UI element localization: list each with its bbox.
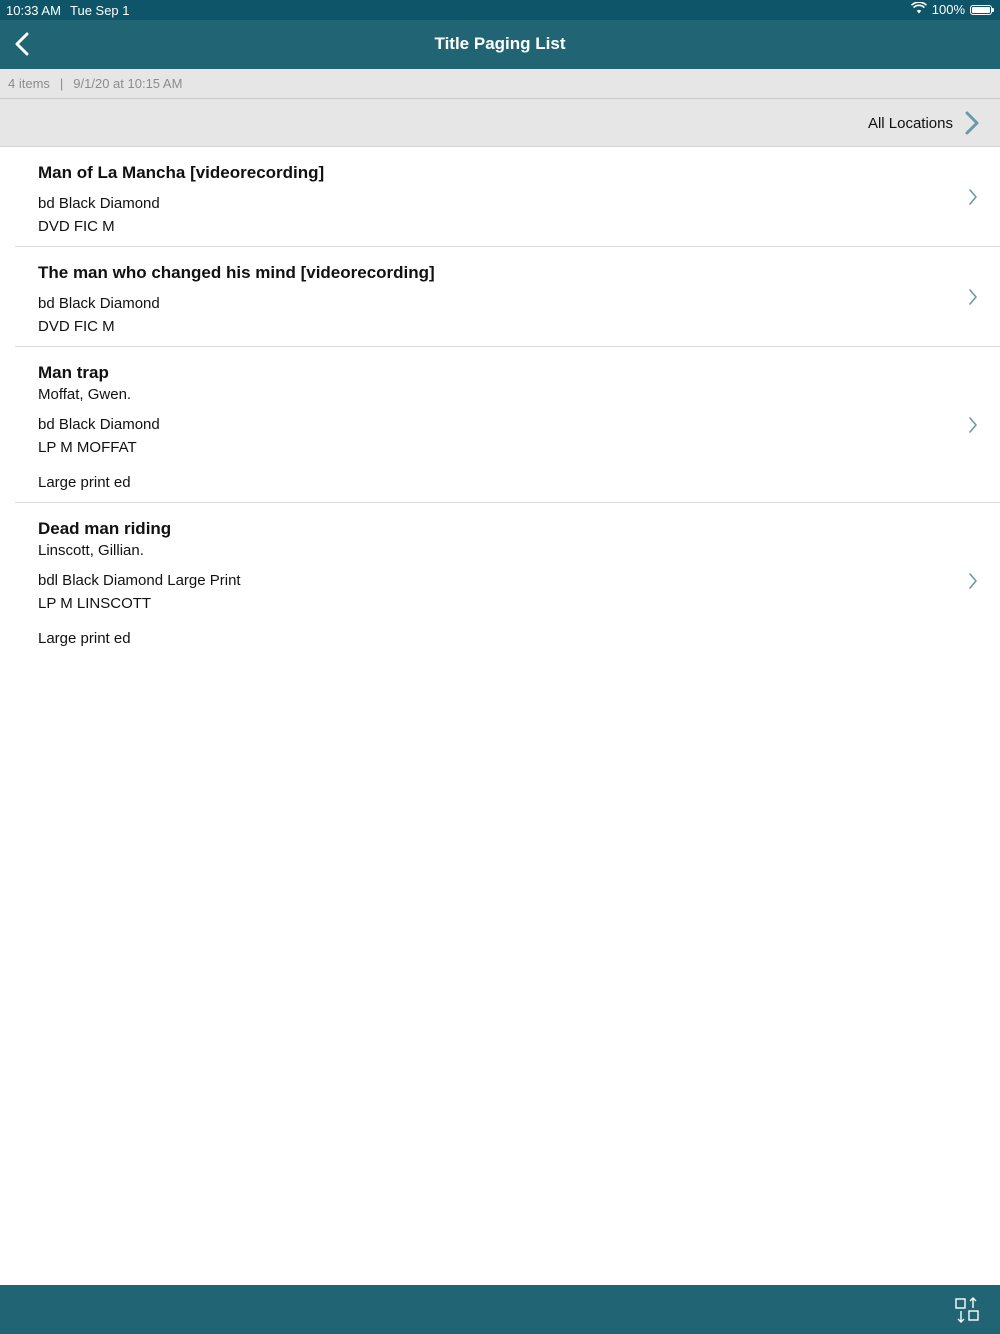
item-call-number: DVD FIC M (38, 318, 115, 335)
item-edition: Large print ed (38, 474, 131, 491)
page-title: Title Paging List (434, 34, 566, 53)
item-location: bdl Black Diamond Large Print (38, 572, 241, 589)
item-author: Moffat, Gwen. (38, 386, 132, 403)
battery-percent: 100% (931, 2, 965, 17)
item-edition: Large print ed (38, 630, 131, 647)
item-title: Dead man riding (38, 519, 172, 538)
list-info-bar: 4 items | 9/1/20 at 10:15 AM (0, 69, 1000, 99)
list-item[interactable]: The man who changed his mind [videorecor… (15, 246, 1000, 346)
item-author: Linscott, Gillian. (38, 542, 144, 559)
list-info: 4 items | 9/1/20 at 10:15 AM (8, 76, 182, 91)
item-title: Man trap (38, 363, 109, 382)
chevron-right-icon (968, 288, 978, 311)
navigation-bar: Title Paging List (0, 20, 1000, 69)
item-location: bd Black Diamond (38, 295, 160, 312)
item-count: 4 items (8, 76, 50, 91)
location-filter-label: All Locations (867, 115, 953, 132)
wifi-icon (910, 1, 927, 17)
item-title: Man of La Mancha [videorecording] (38, 163, 325, 182)
bottom-toolbar (0, 1285, 1000, 1334)
sort-button[interactable] (954, 1296, 982, 1324)
item-location: bd Black Diamond (38, 416, 160, 433)
location-filter[interactable]: All Locations (0, 99, 1000, 147)
status-date: Tue Sep 1 (70, 3, 130, 18)
list-item[interactable]: Man of La Mancha [videorecording] bd Bla… (0, 147, 1000, 246)
list-item[interactable]: Man trap Moffat, Gwen. bd Black Diamond … (15, 346, 1000, 502)
battery-icon (970, 4, 994, 15)
status-bar: 10:33 AM Tue Sep 1 100% (0, 0, 1000, 20)
item-call-number: DVD FIC M (38, 218, 115, 235)
item-title: The man who changed his mind [videorecor… (38, 263, 435, 282)
list-timestamp: 9/1/20 at 10:15 AM (73, 76, 183, 91)
chevron-right-icon (968, 416, 978, 439)
sort-icon (955, 1297, 979, 1323)
item-call-number: LP M MOFFAT (38, 439, 137, 456)
status-time: 10:33 AM (6, 3, 61, 18)
list-item[interactable]: Dead man riding Linscott, Gillian. bdl B… (15, 502, 1000, 658)
info-separator: | (59, 76, 64, 91)
chevron-right-icon (968, 188, 978, 211)
screen: 10:33 AM Tue Sep 1 100% Title Paging Lis… (0, 0, 1000, 1334)
chevron-right-icon (964, 111, 980, 140)
item-location: bd Black Diamond (38, 195, 160, 212)
item-call-number: LP M LINSCOTT (38, 595, 152, 612)
title-list: Man of La Mancha [videorecording] bd Bla… (0, 147, 1000, 658)
chevron-right-icon (968, 572, 978, 595)
status-indicators: 100% (910, 1, 994, 17)
